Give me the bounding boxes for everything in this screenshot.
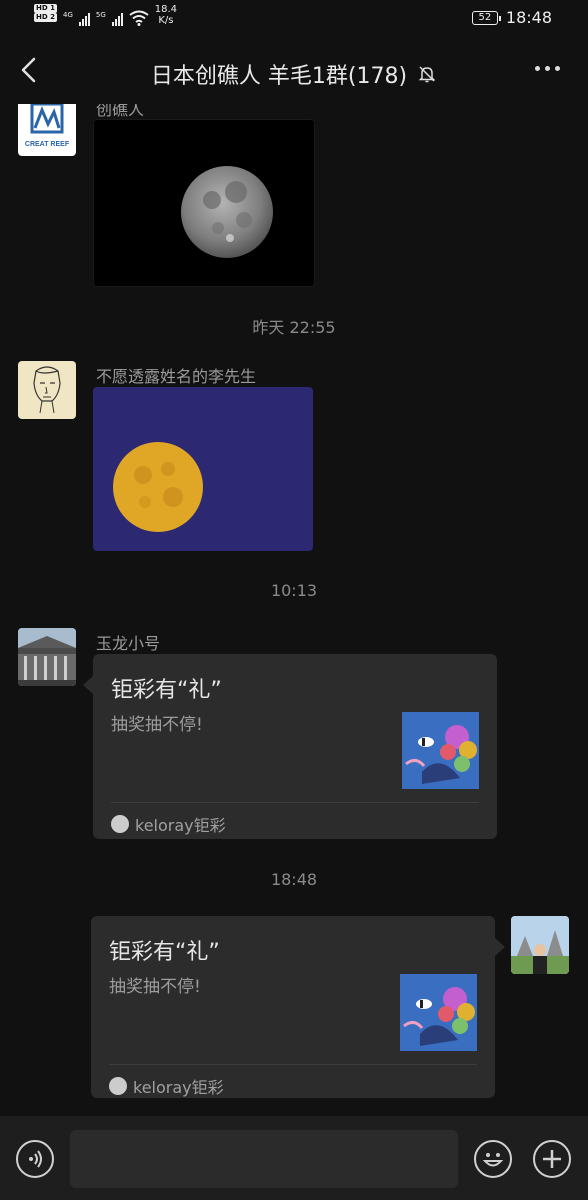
avatar-self[interactable]: [511, 916, 569, 974]
speed-value: 18.4: [154, 4, 178, 15]
chat-header: 日本创礁人 羊毛1群(178): [0, 38, 588, 104]
more-options-icon[interactable]: [535, 66, 560, 71]
card-separator: [109, 1064, 477, 1065]
mute-bell-icon: [418, 66, 436, 83]
chat-title: 日本创礁人 羊毛1群(178): [150, 64, 408, 89]
chat-title-container: 日本创礁人 羊毛1群(178): [0, 58, 588, 90]
person-photo-avatar: [511, 916, 569, 974]
sender-name-partial: 创礁人: [96, 104, 145, 119]
card-source: keloray钜彩: [109, 1074, 224, 1098]
building-photo-avatar: [18, 628, 76, 686]
source-logo-icon: [109, 1077, 127, 1095]
network-2-label: 5G: [95, 11, 106, 19]
signal-1-icon: [78, 10, 90, 26]
timestamp-2: 10:13: [270, 581, 318, 600]
card-description: 抽奖抽不停!: [109, 977, 201, 997]
battery-level: 52: [478, 12, 492, 23]
status-right: 52 18:48: [471, 8, 552, 27]
card-source-name: keloray钜彩: [135, 816, 226, 835]
sender-name-yulong: 玉龙小号: [96, 634, 161, 653]
bubble-tail: [495, 938, 505, 956]
sender-name-li: 不愿透露姓名的李先生: [96, 367, 257, 386]
status-left: HD 1 HD 2 4G 5G 18.4 K/s: [34, 4, 177, 26]
card-description: 抽奖抽不停!: [111, 715, 203, 735]
yellow-moon-image: [113, 442, 203, 532]
svg-text:CREAT REEF: CREAT REEF: [25, 141, 70, 148]
speed-unit: K/s: [158, 15, 174, 26]
network-speed: 18.4 K/s: [155, 4, 177, 26]
link-card-1[interactable]: 钜彩有“礼” 抽奖抽不停! keloray钜彩: [83, 654, 497, 839]
emoji-icon: [482, 1153, 504, 1167]
input-bar: [0, 1116, 588, 1200]
card-title: 钜彩有“礼”: [109, 940, 220, 965]
image-message-moon-1[interactable]: [93, 119, 315, 287]
avatar-creat-reef[interactable]: CREAT REEF: [18, 104, 76, 156]
creat-reef-logo-icon: CREAT REEF: [25, 104, 70, 148]
battery-icon: 52: [471, 10, 501, 25]
emoji-button[interactable]: [474, 1140, 512, 1178]
hd2-badge: HD 2: [34, 13, 57, 22]
voice-icon: [29, 1150, 42, 1168]
avatar-yulong[interactable]: [18, 628, 76, 686]
link-card-2[interactable]: 钜彩有“礼” 抽奖抽不停! keloray钜彩: [91, 916, 505, 1098]
card-thumbnail: [400, 974, 477, 1051]
timestamp-3: 18:48: [270, 870, 318, 889]
network-1-label: 4G: [62, 11, 73, 19]
clock: 18:48: [505, 8, 552, 27]
card-title: 钜彩有“礼”: [111, 678, 222, 703]
more-functions-button[interactable]: [533, 1140, 571, 1178]
status-bar: HD 1 HD 2 4G 5G 18.4 K/s 52 18:48: [0, 0, 588, 38]
message-input[interactable]: [70, 1130, 458, 1188]
hd1-badge: HD 1: [34, 4, 57, 13]
hd-indicators: HD 1 HD 2: [34, 4, 57, 22]
timestamp-1: 昨天 22:55: [252, 318, 336, 337]
signal-2-icon: [111, 10, 123, 26]
coral-illustration-icon: [402, 712, 479, 789]
voice-input-button[interactable]: [16, 1140, 54, 1178]
card-thumbnail: [402, 712, 479, 789]
sketch-face-avatar: [33, 366, 61, 414]
card-separator: [111, 802, 479, 803]
chat-area[interactable]: CREAT REEF 创礁人 昨天 22:55 不愿透露姓名的李先生 10:13…: [0, 104, 588, 1116]
wifi-icon: [129, 10, 149, 26]
card-source-name: keloray钜彩: [133, 1078, 224, 1097]
avatar-li[interactable]: [18, 361, 76, 419]
plus-icon: [543, 1150, 561, 1168]
image-message-moon-2[interactable]: [93, 387, 313, 551]
grey-moon-image: [181, 166, 273, 258]
coral-illustration-icon: [400, 974, 477, 1051]
card-source: keloray钜彩: [111, 812, 226, 836]
source-logo-icon: [111, 815, 129, 833]
bubble-tail: [83, 676, 93, 694]
